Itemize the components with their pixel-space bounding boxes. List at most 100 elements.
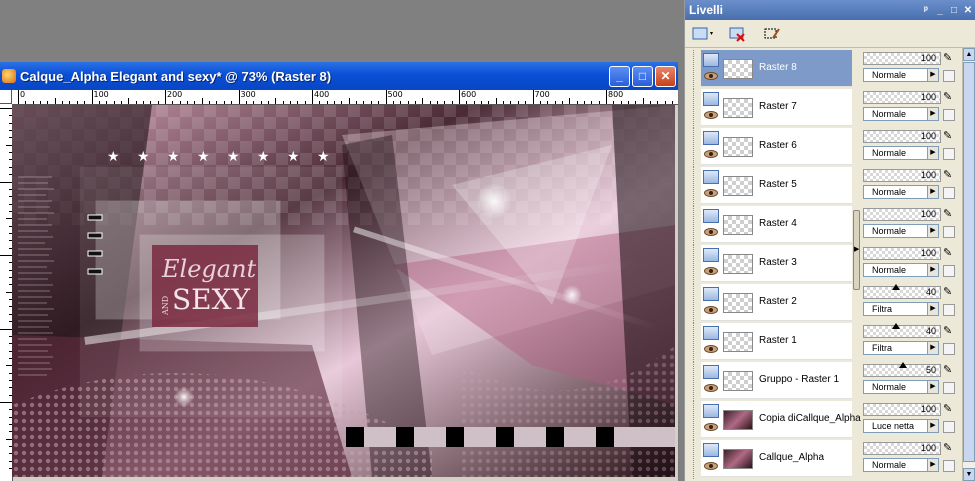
lock-icon[interactable]: [943, 304, 955, 316]
visibility-eye-icon[interactable]: [704, 423, 718, 431]
opacity-slider[interactable]: 40: [863, 323, 941, 338]
layer-row[interactable]: Raster 1 40 Filtra ▶ ✎: [685, 323, 961, 362]
image-canvas[interactable]: ★ ★ ★ ★ ★ ★ ★ ★ Elegant AND SEXY: [12, 105, 675, 477]
edit-pen-icon[interactable]: ✎: [943, 403, 955, 415]
edit-pen-icon[interactable]: ✎: [943, 442, 955, 454]
lock-icon[interactable]: [943, 226, 955, 238]
dropdown-arrow-icon[interactable]: ▶: [927, 225, 938, 237]
blend-mode-select[interactable]: Normale ▶: [863, 107, 939, 121]
opacity-slider[interactable]: 40: [863, 284, 941, 299]
opacity-marker[interactable]: [892, 323, 900, 329]
edit-selection-icon[interactable]: [759, 24, 785, 44]
blend-mode-select[interactable]: Normale ▶: [863, 263, 939, 277]
lock-icon[interactable]: [943, 460, 955, 472]
layer-row[interactable]: Copia diCallque_Alpha 100 Luce netta ▶ ✎: [685, 401, 961, 440]
opacity-slider[interactable]: 100: [863, 442, 941, 455]
layer-row[interactable]: Raster 8 100 Normale ▶ ✎: [685, 50, 961, 89]
lock-icon[interactable]: [943, 421, 955, 433]
dropdown-arrow-icon[interactable]: ▶: [927, 342, 938, 354]
lock-icon[interactable]: [943, 109, 955, 121]
palette-close-button[interactable]: ✕: [961, 5, 975, 16]
edit-pen-icon[interactable]: ✎: [943, 325, 955, 337]
visibility-eye-icon[interactable]: [704, 462, 718, 470]
layer-row[interactable]: Raster 5 100 Normale ▶ ✎: [685, 167, 961, 206]
layer-row[interactable]: Gruppo - Raster 1 50 Normale ▶ ✎: [685, 362, 961, 401]
blend-mode-select[interactable]: Normale ▶: [863, 380, 939, 394]
visibility-eye-icon[interactable]: [704, 306, 718, 314]
close-button[interactable]: ✕: [655, 65, 676, 87]
layer-cell[interactable]: Gruppo - Raster 1: [701, 362, 852, 399]
edit-pen-icon[interactable]: ✎: [943, 130, 955, 142]
visibility-eye-icon[interactable]: [704, 267, 718, 275]
opacity-slider[interactable]: 100: [863, 247, 941, 260]
opacity-slider[interactable]: 100: [863, 130, 941, 143]
new-layer-dropdown-button[interactable]: [691, 24, 717, 44]
blend-mode-select[interactable]: Normale ▶: [863, 185, 939, 199]
palette-restore-button[interactable]: □: [947, 5, 961, 16]
pin-icon[interactable]: ᵖ: [919, 5, 933, 16]
dropdown-arrow-icon[interactable]: ▶: [927, 69, 938, 81]
layer-cell[interactable]: Raster 8: [701, 50, 852, 87]
edit-pen-icon[interactable]: ✎: [943, 286, 955, 298]
layer-cell[interactable]: Raster 7: [701, 89, 852, 126]
opacity-slider[interactable]: 100: [863, 208, 941, 221]
layer-cell[interactable]: Raster 2: [701, 284, 852, 321]
dropdown-arrow-icon[interactable]: ▶: [927, 147, 938, 159]
layer-row[interactable]: Raster 6 100 Normale ▶ ✎: [685, 128, 961, 167]
dropdown-arrow-icon[interactable]: ▶: [927, 108, 938, 120]
dropdown-arrow-icon[interactable]: ▶: [927, 264, 938, 276]
edit-pen-icon[interactable]: ✎: [943, 52, 955, 64]
edit-pen-icon[interactable]: ✎: [943, 247, 955, 259]
blend-mode-select[interactable]: Luce netta ▶: [863, 419, 939, 433]
opacity-marker[interactable]: [899, 362, 907, 368]
opacity-marker[interactable]: [892, 284, 900, 290]
opacity-slider[interactable]: 100: [863, 169, 941, 182]
layer-cell[interactable]: Raster 6: [701, 128, 852, 165]
layer-row[interactable]: Callque_Alpha 100 Normale ▶ ✎: [685, 440, 961, 479]
blend-mode-select[interactable]: Normale ▶: [863, 224, 939, 238]
delete-layer-icon[interactable]: [725, 24, 751, 44]
layer-cell[interactable]: Raster 4: [701, 206, 852, 243]
maximize-button[interactable]: □: [632, 65, 653, 87]
image-titlebar[interactable]: Calque_Alpha Elegant and sexy* @ 73% (Ra…: [0, 62, 678, 90]
visibility-eye-icon[interactable]: [704, 72, 718, 80]
palette-splitter-handle[interactable]: ▶: [853, 210, 860, 290]
layer-row[interactable]: Raster 7 100 Normale ▶ ✎: [685, 89, 961, 128]
blend-mode-select[interactable]: Filtra ▶: [863, 302, 939, 316]
opacity-slider[interactable]: 100: [863, 52, 941, 65]
lock-icon[interactable]: [943, 343, 955, 355]
lock-icon[interactable]: [943, 382, 955, 394]
dropdown-arrow-icon[interactable]: ▶: [927, 420, 938, 432]
palette-minimize-button[interactable]: _: [933, 5, 947, 16]
visibility-eye-icon[interactable]: [704, 345, 718, 353]
visibility-eye-icon[interactable]: [704, 111, 718, 119]
lock-icon[interactable]: [943, 265, 955, 277]
layer-row[interactable]: Raster 4 100 Normale ▶ ✎: [685, 206, 961, 245]
dropdown-arrow-icon[interactable]: ▶: [927, 303, 938, 315]
edit-pen-icon[interactable]: ✎: [943, 169, 955, 181]
visibility-eye-icon[interactable]: [704, 150, 718, 158]
edit-pen-icon[interactable]: ✎: [943, 364, 955, 376]
opacity-slider[interactable]: 50: [863, 362, 941, 377]
layer-cell[interactable]: Raster 1: [701, 323, 852, 360]
blend-mode-select[interactable]: Normale ▶: [863, 68, 939, 82]
visibility-eye-icon[interactable]: [704, 189, 718, 197]
scroll-up-button[interactable]: ▲: [963, 48, 975, 61]
edit-pen-icon[interactable]: ✎: [943, 91, 955, 103]
layer-row[interactable]: Raster 2 40 Filtra ▶ ✎: [685, 284, 961, 323]
scroll-thumb[interactable]: [963, 62, 975, 462]
blend-mode-select[interactable]: Normale ▶: [863, 146, 939, 160]
dropdown-arrow-icon[interactable]: ▶: [927, 186, 938, 198]
minimize-button[interactable]: _: [609, 65, 630, 87]
layer-row[interactable]: Raster 3 100 Normale ▶ ✎: [685, 245, 961, 284]
blend-mode-select[interactable]: Normale ▶: [863, 458, 939, 472]
lock-icon[interactable]: [943, 187, 955, 199]
edit-pen-icon[interactable]: ✎: [943, 208, 955, 220]
layer-cell[interactable]: Copia diCallque_Alpha: [701, 401, 861, 438]
lock-icon[interactable]: [943, 148, 955, 160]
visibility-eye-icon[interactable]: [704, 228, 718, 236]
layer-cell[interactable]: Raster 5: [701, 167, 852, 204]
dropdown-arrow-icon[interactable]: ▶: [927, 459, 938, 471]
opacity-slider[interactable]: 100: [863, 403, 941, 416]
layer-cell[interactable]: Callque_Alpha: [701, 440, 852, 477]
